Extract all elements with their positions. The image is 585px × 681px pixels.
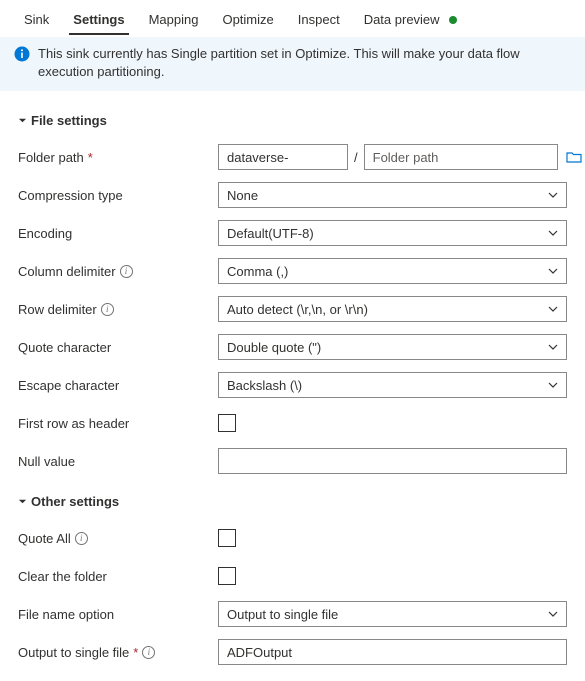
status-dot-icon	[449, 16, 457, 24]
row-delimiter-select[interactable]: Auto detect (\r,\n, or \r\n)	[218, 296, 567, 322]
label-first-row-header: First row as header	[18, 416, 218, 431]
tab-mapping[interactable]: Mapping	[137, 6, 211, 37]
folder-icon	[566, 150, 582, 164]
info-icon[interactable]: i	[120, 265, 133, 278]
label-null-value: Null value	[18, 454, 218, 469]
label-quote-character: Quote character	[18, 340, 218, 355]
encoding-select[interactable]: Default(UTF-8)	[218, 220, 567, 246]
tab-optimize[interactable]: Optimize	[210, 6, 285, 37]
label-quote-all: Quote All i	[18, 531, 218, 546]
folder-path-input-2[interactable]	[364, 144, 558, 170]
quote-character-select[interactable]: Double quote (")	[218, 334, 567, 360]
label-file-name-option: File name option	[18, 607, 218, 622]
label-escape-character: Escape character	[18, 378, 218, 393]
path-separator: /	[354, 150, 358, 165]
label-output-single-file: Output to single file * i	[18, 645, 218, 660]
required-asterisk: *	[88, 150, 93, 165]
browse-button[interactable]: Browse	[566, 150, 585, 165]
tab-inspect[interactable]: Inspect	[286, 6, 352, 37]
info-icon	[14, 45, 30, 81]
section-other-settings[interactable]: Other settings	[18, 490, 567, 519]
label-row-delimiter: Row delimiter i	[18, 302, 218, 317]
label-column-delimiter: Column delimiter i	[18, 264, 218, 279]
escape-character-select[interactable]: Backslash (\)	[218, 372, 567, 398]
info-icon[interactable]: i	[142, 646, 155, 659]
label-clear-folder: Clear the folder	[18, 569, 218, 584]
chevron-down-icon	[18, 497, 27, 506]
column-delimiter-select[interactable]: Comma (,)	[218, 258, 567, 284]
tab-sink[interactable]: Sink	[12, 6, 61, 37]
output-single-file-input[interactable]	[218, 639, 567, 665]
quote-all-checkbox[interactable]	[218, 529, 236, 547]
tab-data-preview-label: Data preview	[364, 12, 440, 27]
info-icon[interactable]: i	[101, 303, 114, 316]
file-name-option-select[interactable]: Output to single file	[218, 601, 567, 627]
tab-bar: Sink Settings Mapping Optimize Inspect D…	[0, 0, 585, 37]
folder-path-input-1[interactable]	[218, 144, 348, 170]
section-file-settings[interactable]: File settings	[18, 109, 567, 138]
info-icon[interactable]: i	[75, 532, 88, 545]
label-folder-path: Folder path *	[18, 150, 218, 165]
info-banner-text: This sink currently has Single partition…	[38, 45, 571, 81]
info-banner: This sink currently has Single partition…	[0, 37, 585, 91]
section-file-settings-label: File settings	[31, 113, 107, 128]
tab-data-preview[interactable]: Data preview	[352, 6, 470, 37]
section-other-settings-label: Other settings	[31, 494, 119, 509]
chevron-down-icon	[18, 116, 27, 125]
compression-type-select[interactable]: None	[218, 182, 567, 208]
tab-settings[interactable]: Settings	[61, 6, 136, 37]
label-encoding: Encoding	[18, 226, 218, 241]
clear-folder-checkbox[interactable]	[218, 567, 236, 585]
required-asterisk: *	[133, 645, 138, 660]
first-row-header-checkbox[interactable]	[218, 414, 236, 432]
label-compression-type: Compression type	[18, 188, 218, 203]
null-value-input[interactable]	[218, 448, 567, 474]
